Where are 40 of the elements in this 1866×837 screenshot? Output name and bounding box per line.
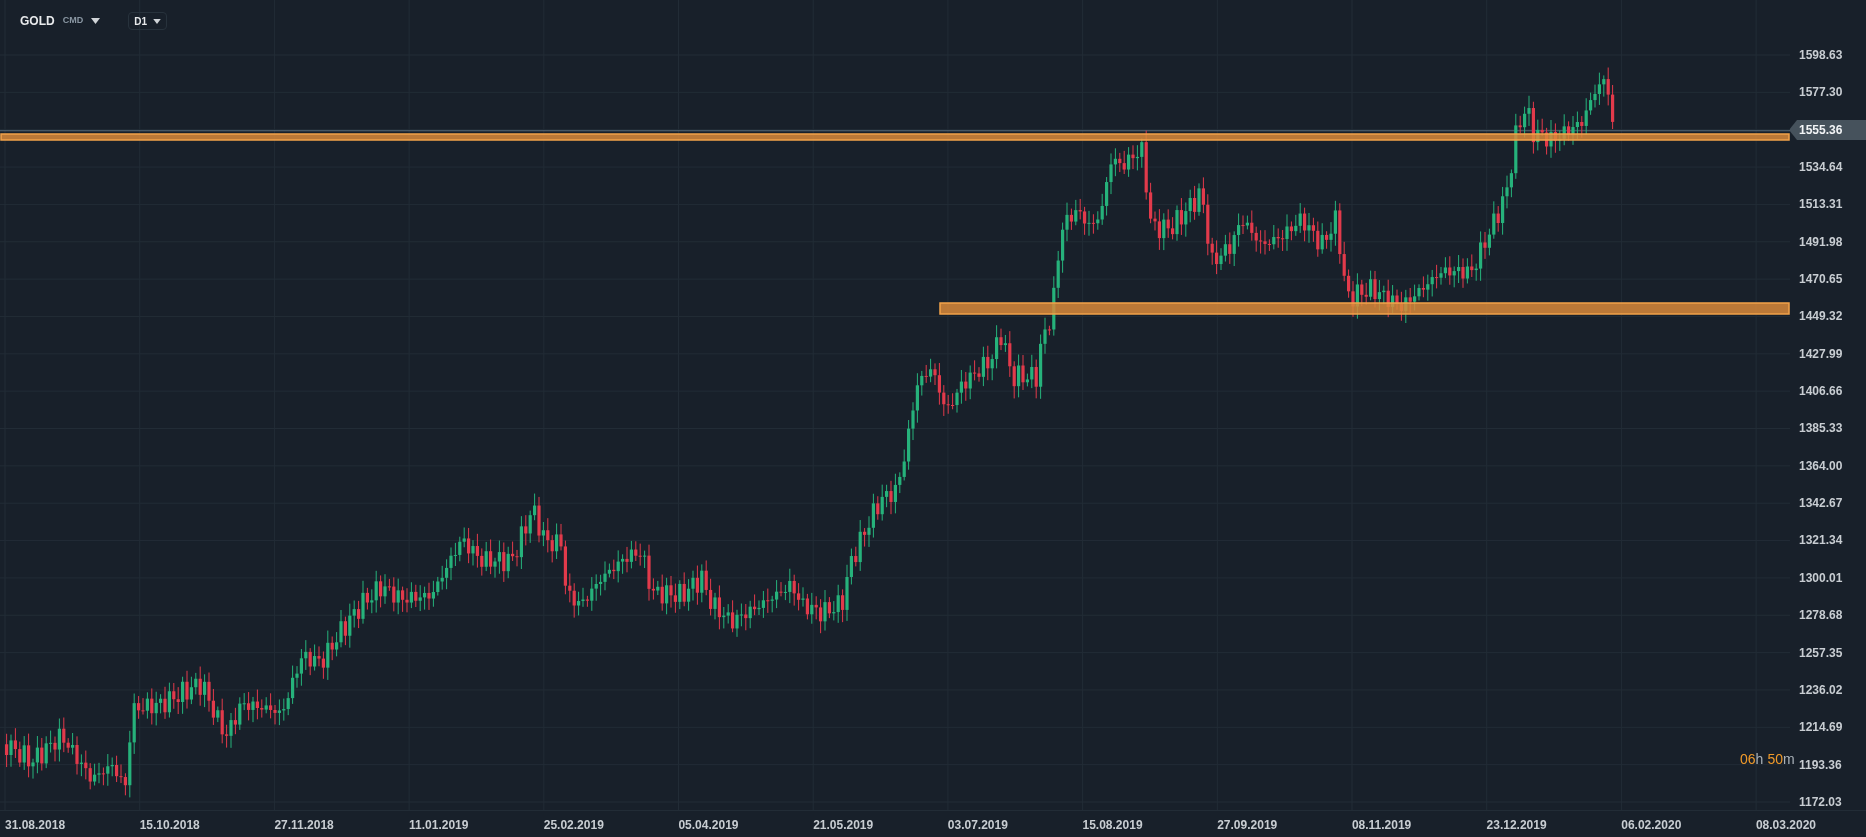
price-axis-label: 1385.33 (1798, 420, 1844, 437)
price-axis-label: 1257.35 (1798, 644, 1844, 661)
date-axis-label: 15.08.2019 (1082, 818, 1143, 832)
date-axis-label: 03.07.2019 (947, 818, 1008, 832)
price-axis-label: 1342.67 (1798, 495, 1844, 512)
price-axis-label: 1427.99 (1798, 345, 1844, 362)
price-axis-label: 1236.02 (1798, 681, 1844, 698)
date-axis-label: 27.11.2018 (274, 818, 334, 832)
price-axis-label: 1491.98 (1798, 233, 1844, 250)
price-axis-label: 1577.30 (1798, 84, 1844, 101)
date-axis-label: 31.08.2018 (5, 818, 66, 832)
date-axis-label: 23.12.2019 (1486, 818, 1547, 832)
pointer-icon (1789, 119, 1797, 140)
caret-icon (152, 18, 161, 24)
date-axis-label: 27.09.2019 (1217, 818, 1278, 832)
price-axis-label: 1321.34 (1798, 532, 1844, 549)
price-axis-label: 1449.32 (1798, 308, 1844, 325)
date-axis-label: 15.10.2018 (139, 818, 200, 832)
price-axis-label: 1300.01 (1798, 569, 1844, 586)
price-axis-label: 1534.64 (1798, 159, 1844, 176)
price-axis-label: 1406.66 (1798, 383, 1844, 400)
price-axis-label: 1278.68 (1798, 607, 1844, 624)
caret-icon[interactable] (91, 18, 101, 24)
date-axis-label: 05.04.2019 (678, 818, 739, 832)
price-axis-label: 1193.36 (1798, 756, 1843, 773)
date-axis-label: 25.02.2019 (543, 818, 604, 832)
price-axis-label: 1513.31 (1798, 196, 1844, 213)
timeframe-dropdown[interactable]: D1 (128, 12, 167, 30)
date-axis-label: 08.03.2020 (1755, 818, 1816, 832)
date-axis-label: 11.01.2019 (409, 818, 469, 832)
date-axis-label: 21.05.2019 (813, 818, 874, 832)
symbol-label: GOLD (20, 13, 55, 30)
price-axis-label: 1214.69 (1798, 719, 1844, 736)
price-axis-label: 1172.03 (1798, 793, 1843, 810)
price-axis-label: 1364.00 (1798, 457, 1844, 474)
price-axis-label: 1598.63 (1798, 47, 1844, 63)
date-axis-label: 06.02.2020 (1621, 818, 1682, 832)
price-axis-label: 1470.65 (1798, 271, 1844, 288)
market-label: CMD (62, 14, 84, 28)
date-axis-label: 08.11.2019 (1351, 818, 1412, 832)
